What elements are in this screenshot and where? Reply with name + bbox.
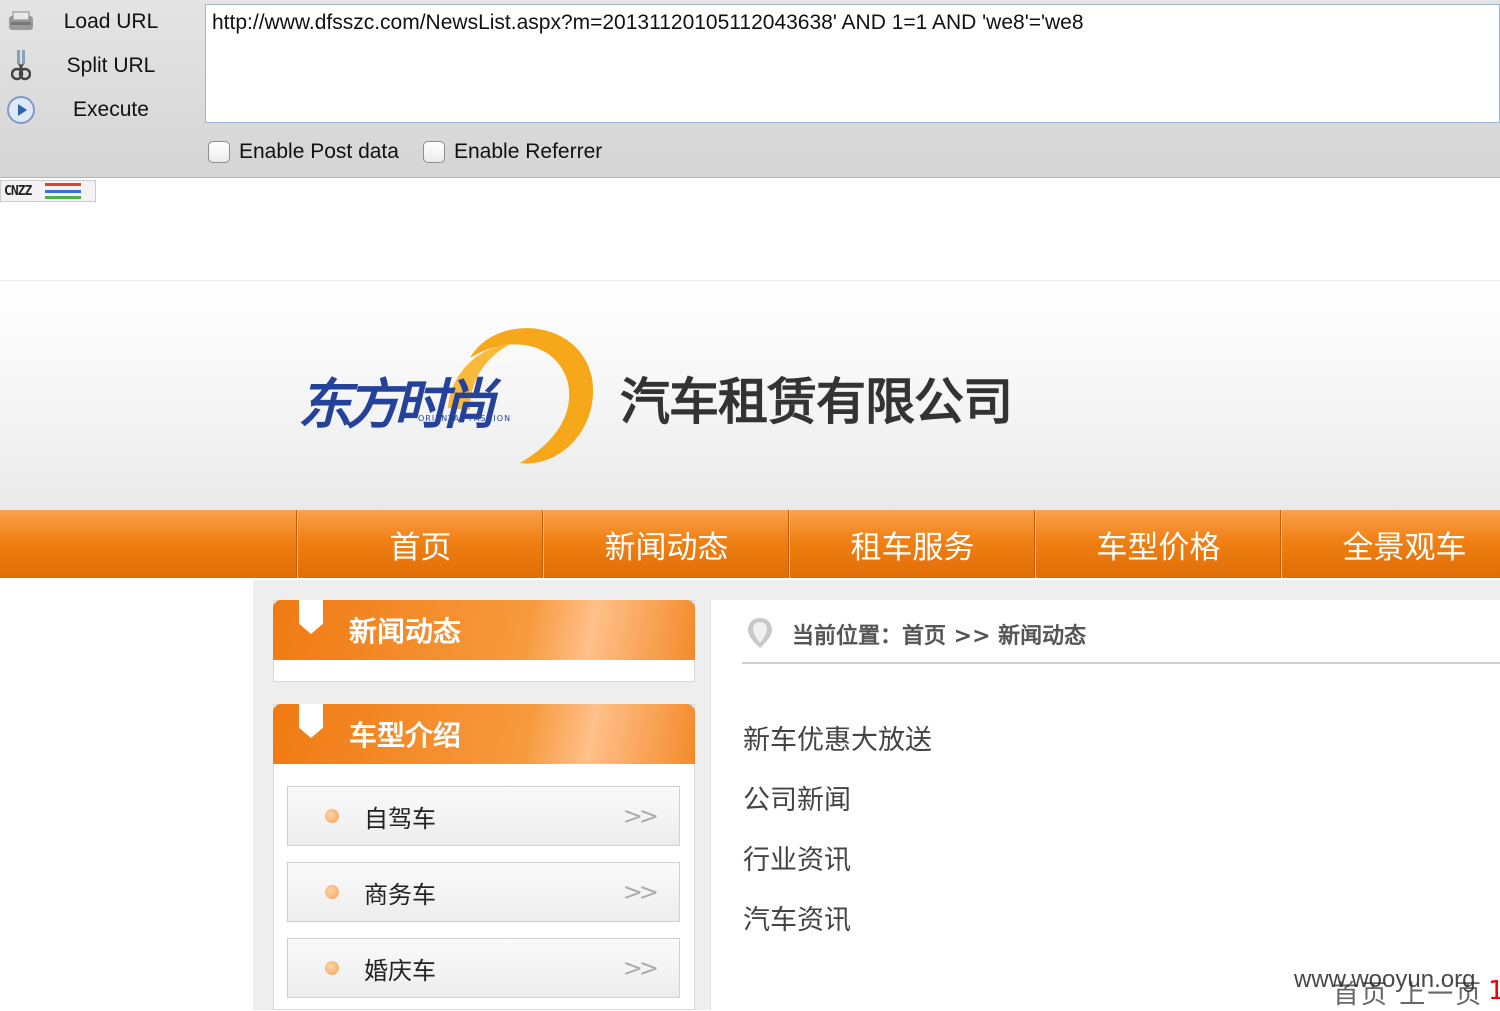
location-pin-icon [748, 618, 772, 648]
cnzz-bar-blue [45, 189, 82, 193]
sidebar-item-self-drive[interactable]: 自驾车 >> [287, 786, 680, 846]
news-sidebar-title: 新闻动态 [349, 615, 462, 648]
cnzz-badge[interactable]: CNZZ [0, 180, 96, 202]
sidebar-item-business[interactable]: 商务车 >> [287, 862, 680, 922]
url-textarea[interactable]: http://www.dfsszc.com/NewsList.aspx?m=20… [205, 4, 1500, 123]
nav-item-news[interactable]: 新闻动态 [543, 510, 789, 578]
bullet-dot-icon [325, 885, 339, 899]
sidebar-item-label: 婚庆车 [364, 956, 436, 985]
watermark-text: www.wooyun.org [1294, 966, 1476, 993]
enable-referrer-label: Enable Referrer [454, 140, 603, 163]
sidebar-item-wedding[interactable]: 婚庆车 >> [287, 938, 680, 998]
news-link[interactable]: 新车优惠大放送 [743, 718, 932, 757]
nav-item-home[interactable]: 首页 [297, 510, 543, 578]
cnzz-bar-green [45, 196, 82, 199]
pagination-current-page[interactable]: 1 [1488, 976, 1500, 1006]
company-name: 汽车租赁有限公司 [620, 373, 1013, 431]
referrer-checkbox-box[interactable] [423, 141, 445, 163]
double-chevron-icon: >> [622, 954, 659, 982]
bullet-dot-icon [325, 809, 339, 823]
breadcrumb-divider [742, 662, 1500, 664]
models-sidebar-heading[interactable]: 车型介绍 [273, 704, 695, 764]
enable-referrer-checkbox[interactable]: Enable Referrer [423, 140, 602, 164]
double-chevron-icon: >> [622, 802, 659, 830]
news-link[interactable]: 行业资讯 [743, 838, 851, 877]
load-url-button[interactable]: Load URL [0, 0, 200, 44]
nav-item-prices[interactable]: 车型价格 [1035, 510, 1281, 578]
cnzz-label: CNZZ [4, 183, 32, 199]
bookmark-tag-icon [299, 600, 323, 634]
logo-subtext: ORIENTAL FASHION [418, 414, 512, 423]
cnzz-bars-icon [45, 183, 82, 199]
main-nav: 首页 新闻动态 租车服务 车型价格 全景观车 [0, 510, 1500, 578]
execute-button[interactable]: Execute [0, 88, 200, 132]
nav-item-panorama[interactable]: 全景观车 [1281, 510, 1500, 578]
execute-label: Execute [73, 98, 149, 121]
models-sidebar-title: 车型介绍 [349, 719, 462, 752]
news-link[interactable]: 汽车资讯 [743, 898, 851, 937]
news-sidebar-heading[interactable]: 新闻动态 [273, 600, 695, 660]
bookmark-tag-icon [299, 704, 323, 738]
news-link[interactable]: 公司新闻 [743, 778, 851, 817]
load-url-label: Load URL [63, 10, 159, 33]
sidebar-item-label: 自驾车 [364, 804, 436, 833]
bullet-dot-icon [325, 961, 339, 975]
nav-item-rental[interactable]: 租车服务 [789, 510, 1035, 578]
double-chevron-icon: >> [622, 878, 659, 906]
split-url-label: Split URL [66, 54, 156, 77]
breadcrumb: 当前位置：首页 >> 新闻动态 [792, 624, 1087, 649]
cnzz-bar-red [45, 183, 82, 186]
enable-post-label: Enable Post data [239, 140, 399, 163]
split-url-button[interactable]: Split URL [0, 44, 200, 88]
post-checkbox-box[interactable] [208, 141, 230, 163]
sidebar-item-label: 商务车 [364, 880, 436, 909]
enable-post-checkbox[interactable]: Enable Post data [208, 140, 399, 164]
hackbar-toolbar: Load URL Split URL Execute http://www.df… [0, 0, 1500, 178]
logo-text: 东方时尚 [298, 372, 496, 436]
